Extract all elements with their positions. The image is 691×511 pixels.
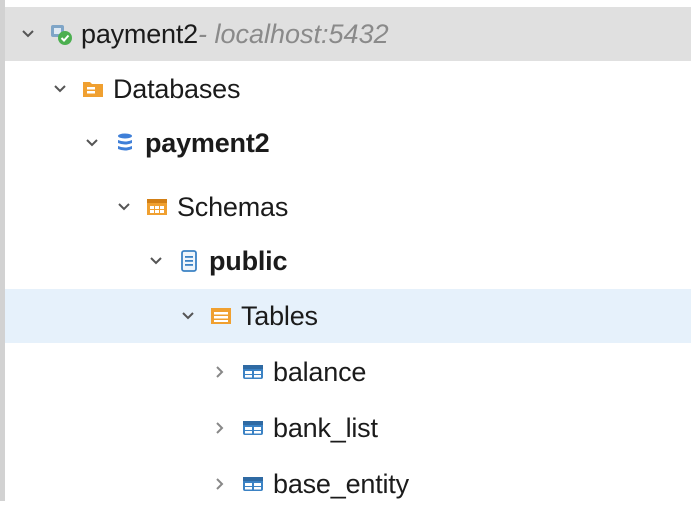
schema-icon — [177, 249, 201, 273]
tree-node-table[interactable]: balance — [5, 345, 691, 399]
chevron-down-icon[interactable] — [143, 234, 169, 288]
tree-node-database[interactable]: payment2 — [5, 116, 691, 170]
table-icon — [241, 360, 265, 384]
chevron-right-icon[interactable] — [207, 401, 233, 455]
chevron-down-icon[interactable] — [15, 7, 41, 61]
table-label: base_entity — [273, 468, 409, 499]
tables-label: Tables — [241, 300, 318, 331]
tree-node-connection[interactable]: payment2 - localhost:5432 — [5, 7, 691, 61]
schemas-folder-icon — [145, 195, 169, 219]
tables-folder-icon — [209, 304, 233, 328]
tree-node-table[interactable]: base_entity — [5, 457, 691, 511]
tree-node-table[interactable]: bank_list — [5, 401, 691, 455]
folder-icon — [81, 77, 105, 101]
chevron-down-icon[interactable] — [111, 180, 137, 234]
tree-node-schemas[interactable]: Schemas — [5, 180, 691, 234]
databases-label: Databases — [113, 73, 241, 104]
table-icon — [241, 472, 265, 496]
schema-label: public — [209, 245, 288, 276]
chevron-right-icon[interactable] — [207, 457, 233, 511]
table-label: balance — [273, 356, 367, 387]
table-icon — [241, 416, 265, 440]
tree-node-schema[interactable]: public — [5, 234, 691, 288]
chevron-down-icon[interactable] — [47, 62, 73, 116]
chevron-down-icon[interactable] — [175, 289, 201, 343]
table-label: bank_list — [273, 412, 378, 443]
connection-host: - localhost:5432 — [197, 18, 389, 49]
database-navigator-tree: payment2 - localhost:5432 Databases paym… — [5, 0, 691, 501]
database-icon — [113, 131, 137, 155]
tree-node-databases[interactable]: Databases — [5, 62, 691, 116]
database-label: payment2 — [145, 127, 270, 158]
tree-node-tables[interactable]: Tables — [5, 289, 691, 343]
chevron-right-icon[interactable] — [207, 345, 233, 399]
schemas-label: Schemas — [177, 191, 289, 222]
postgres-connection-icon — [49, 22, 73, 46]
chevron-down-icon[interactable] — [79, 116, 105, 170]
connection-label: payment2 — [81, 18, 198, 49]
